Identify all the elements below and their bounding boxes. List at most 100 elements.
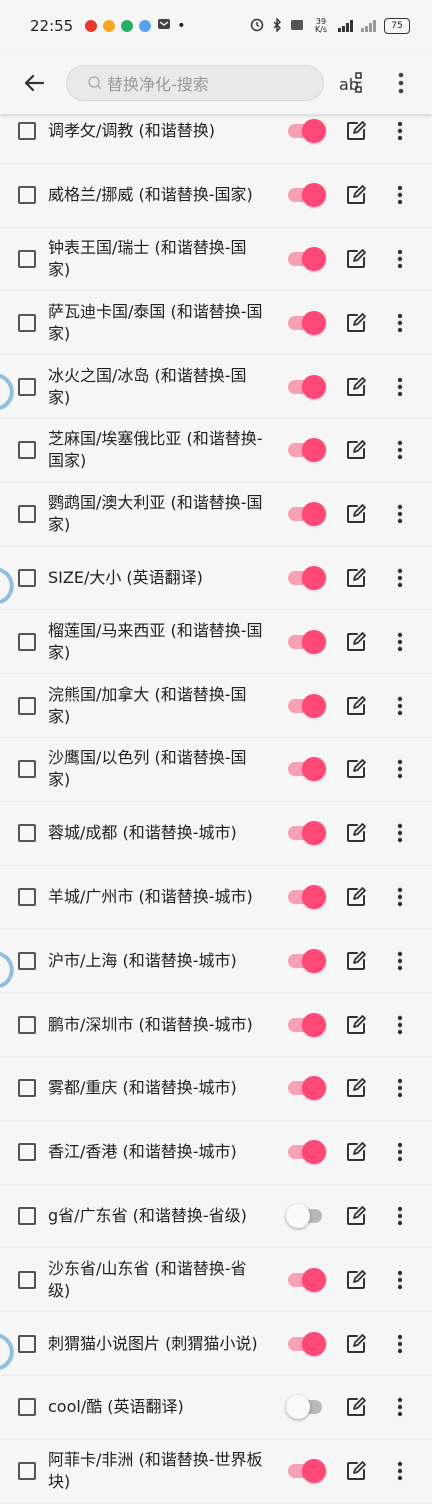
rule-select-checkbox[interactable] — [18, 887, 36, 906]
rule-row[interactable]: 蓉城/成都 (和谐替换-城市) — [0, 802, 432, 866]
rule-more-button[interactable] — [388, 1268, 412, 1292]
edit-rule-button[interactable] — [344, 119, 368, 143]
rule-more-button[interactable] — [388, 821, 412, 845]
rule-more-button[interactable] — [388, 1332, 412, 1356]
rule-select-checkbox[interactable] — [18, 1015, 36, 1034]
edit-rule-button[interactable] — [344, 885, 368, 909]
rule-enable-toggle[interactable] — [286, 1012, 326, 1037]
rule-row[interactable]: 香江/香港 (和谐替换-城市) — [0, 1121, 432, 1185]
rule-more-button[interactable] — [388, 375, 412, 399]
back-button[interactable] — [14, 63, 54, 103]
rule-select-checkbox[interactable] — [18, 760, 36, 779]
rule-select-checkbox[interactable] — [18, 1206, 36, 1225]
rule-select-checkbox[interactable] — [18, 951, 36, 970]
rule-enable-toggle[interactable] — [286, 1140, 326, 1165]
rule-select-checkbox[interactable] — [18, 696, 36, 715]
rule-more-button[interactable] — [388, 1076, 412, 1100]
rule-more-button[interactable] — [388, 183, 412, 207]
rule-select-checkbox[interactable] — [18, 313, 36, 332]
rule-more-button[interactable] — [388, 311, 412, 335]
rule-more-button[interactable] — [388, 1204, 412, 1228]
rule-enable-toggle[interactable] — [286, 821, 326, 846]
rule-select-checkbox[interactable] — [18, 122, 36, 141]
rule-enable-toggle[interactable] — [286, 246, 326, 271]
edit-rule-button[interactable] — [344, 757, 368, 781]
rule-more-button[interactable] — [388, 630, 412, 654]
rule-enable-toggle[interactable] — [286, 310, 326, 335]
edit-rule-button[interactable] — [344, 375, 368, 399]
rule-select-checkbox[interactable] — [18, 632, 36, 651]
edit-rule-button[interactable] — [344, 438, 368, 462]
rule-enable-toggle[interactable] — [286, 1267, 326, 1292]
rule-select-checkbox[interactable] — [18, 377, 36, 396]
rule-row[interactable]: 冰火之国/冰岛 (和谐替换-国家) — [0, 355, 432, 419]
rule-select-checkbox[interactable] — [18, 1398, 36, 1417]
rule-more-button[interactable] — [388, 885, 412, 909]
rule-more-button[interactable] — [388, 438, 412, 462]
rule-select-checkbox[interactable] — [18, 186, 36, 205]
rule-row[interactable]: 沪市/上海 (和谐替换-城市) — [0, 929, 432, 994]
edit-rule-button[interactable] — [344, 502, 368, 526]
rule-enable-toggle[interactable] — [286, 1331, 326, 1356]
edit-rule-button[interactable] — [344, 1076, 368, 1100]
rule-row[interactable]: 浣熊国/加拿大 (和谐替换-国家) — [0, 674, 432, 738]
rule-row[interactable]: 芝麻国/埃塞俄比亚 (和谐替换-国家) — [0, 419, 432, 483]
rule-more-button[interactable] — [388, 566, 412, 590]
rule-row[interactable]: 雾都/重庆 (和谐替换-城市) — [0, 1057, 432, 1121]
rule-select-checkbox[interactable] — [18, 441, 36, 460]
rule-row[interactable]: SIZE/大小 (英语翻译) — [0, 547, 432, 611]
rule-more-button[interactable] — [388, 1013, 412, 1037]
rule-enable-toggle[interactable] — [286, 119, 326, 144]
edit-rule-button[interactable] — [344, 1268, 368, 1292]
rule-select-checkbox[interactable] — [18, 1270, 36, 1289]
edit-rule-button[interactable] — [344, 566, 368, 590]
rule-enable-toggle[interactable] — [286, 629, 326, 654]
rule-enable-toggle[interactable] — [286, 1395, 326, 1420]
rule-more-button[interactable] — [388, 502, 412, 526]
rule-select-checkbox[interactable] — [18, 1079, 36, 1098]
rule-row[interactable]: 刺猬猫小说图片 (刺猬猫小说) — [0, 1312, 432, 1376]
rule-enable-toggle[interactable] — [286, 693, 326, 718]
edit-rule-button[interactable] — [344, 1459, 368, 1483]
rule-enable-toggle[interactable] — [286, 502, 326, 527]
rule-enable-toggle[interactable] — [286, 1459, 326, 1484]
rule-row[interactable]: 钟表王国/瑞士 (和谐替换-国家) — [0, 228, 432, 292]
rule-row[interactable]: 鹏市/深圳市 (和谐替换-城市) — [0, 993, 432, 1057]
edit-rule-button[interactable] — [344, 1013, 368, 1037]
rule-more-button[interactable] — [388, 1395, 412, 1419]
edit-rule-button[interactable] — [344, 821, 368, 845]
rule-enable-toggle[interactable] — [286, 1203, 326, 1228]
edit-rule-button[interactable] — [344, 183, 368, 207]
rule-row[interactable]: 沙鹰国/以色列 (和谐替换-国家) — [0, 738, 432, 802]
search-input[interactable]: 替换净化-搜索 — [66, 65, 324, 101]
rule-enable-toggle[interactable] — [286, 1076, 326, 1101]
rule-select-checkbox[interactable] — [18, 1334, 36, 1353]
rule-row[interactable]: cool/酷 (英语翻译) — [0, 1376, 432, 1440]
rule-row[interactable]: 阿菲卡/非洲 (和谐替换-世界板块) — [0, 1440, 432, 1504]
edit-rule-button[interactable] — [344, 694, 368, 718]
more-options-button[interactable] — [384, 63, 418, 103]
rule-row[interactable]: 鹦鹉国/澳大利亚 (和谐替换-国家) — [0, 483, 432, 547]
rule-row[interactable]: 威格兰/挪威 (和谐替换-国家) — [0, 164, 432, 228]
rule-more-button[interactable] — [388, 119, 412, 143]
rule-select-checkbox[interactable] — [18, 568, 36, 587]
rule-more-button[interactable] — [388, 949, 412, 973]
regex-button[interactable]: ab — [334, 63, 368, 103]
rule-select-checkbox[interactable] — [18, 824, 36, 843]
rule-more-button[interactable] — [388, 1140, 412, 1164]
rule-select-checkbox[interactable] — [18, 249, 36, 268]
rule-enable-toggle[interactable] — [286, 948, 326, 973]
edit-rule-button[interactable] — [344, 630, 368, 654]
edit-rule-button[interactable] — [344, 1332, 368, 1356]
rule-enable-toggle[interactable] — [286, 884, 326, 909]
rule-enable-toggle[interactable] — [286, 438, 326, 463]
rule-row[interactable]: 榴莲国/马来西亚 (和谐替换-国家) — [0, 610, 432, 675]
rule-select-checkbox[interactable] — [18, 1462, 36, 1481]
rule-enable-toggle[interactable] — [286, 374, 326, 399]
rule-row[interactable]: 萨瓦迪卡国/泰国 (和谐替换-国家) — [0, 291, 432, 356]
edit-rule-button[interactable] — [344, 1395, 368, 1419]
rule-row[interactable]: g省/广东省 (和谐替换-省级) — [0, 1185, 432, 1249]
rule-more-button[interactable] — [388, 247, 412, 271]
edit-rule-button[interactable] — [344, 311, 368, 335]
rule-enable-toggle[interactable] — [286, 565, 326, 590]
